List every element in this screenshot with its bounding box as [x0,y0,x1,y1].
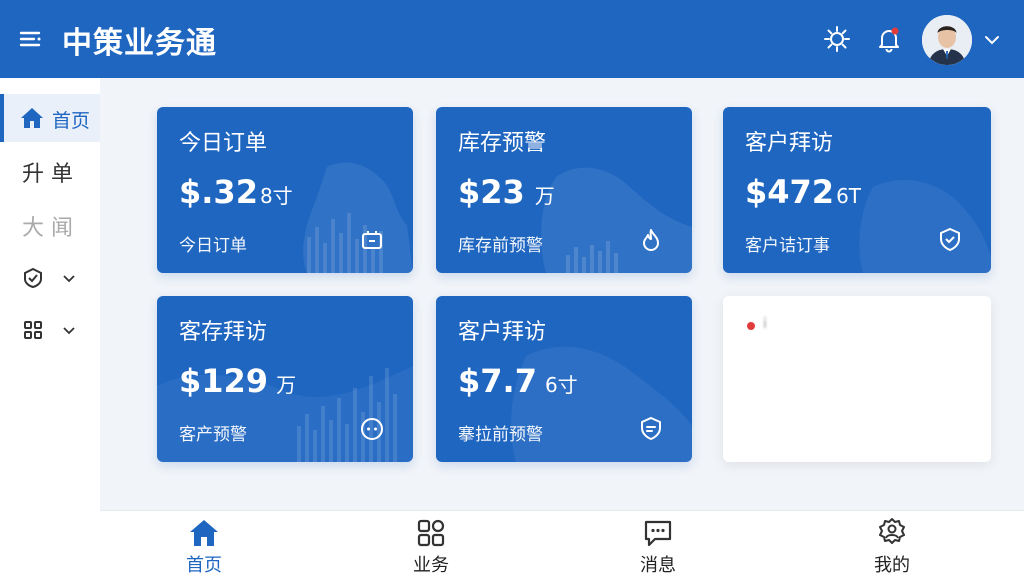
sidebar-item-3[interactable]: 大 闻 [0,200,100,248]
bot-icon [362,231,382,249]
stat-card-customer-visits-2[interactable]: 客户拜访 $7.7 6寸 搴拉前预警 [436,296,692,462]
sidebar-item-home[interactable]: 首页 [0,94,100,142]
card-subtitle: 库存前预警 [458,236,543,256]
nav-label: 消息 [640,555,676,576]
card-value-unit: 6寸 [544,373,578,397]
card-value: $.32 8寸 [179,173,293,211]
nav-label: 业务 [413,555,449,576]
nav-label: 我的 [874,555,910,576]
flame-icon [643,229,659,251]
stat-card-customer-visits[interactable]: 客户拜访 $472 6T 客户诘订事 [723,107,991,273]
card-title: 库存预警 [458,131,547,156]
sidebar-item-4[interactable] [0,254,100,302]
bottom-nav: 首页 业务 消息 我的 [100,510,1024,576]
shield-chat-icon [641,416,661,441]
nav-item-profile[interactable]: 我的 [832,511,952,576]
sidebar-item-2[interactable]: 升 单 [0,146,100,194]
stat-card-inventory-alert[interactable]: 库存预警 $23 万 库存前预警 [436,107,692,273]
card-value-number: $472 [745,173,835,211]
avatar-portrait [922,15,972,65]
card-title: 客存拜访 [179,320,268,345]
card-title: 今日订单 [179,131,268,156]
sidebar-item-label: 首页 [52,110,91,132]
shield-check-icon [940,227,960,252]
stat-card-today-orders[interactable]: 今日订单 $.32 8寸 今日订单 [157,107,413,273]
stat-card-stock-visits[interactable]: 客存拜访 $129 万 客产预警 [157,296,413,462]
chevron-down-icon[interactable] [982,30,1002,50]
home-icon [190,520,218,546]
nav-item-home[interactable]: 首页 [144,511,264,576]
card-value: $7.7 6寸 [458,362,578,400]
card-value-unit: 6T [836,184,862,208]
sidebar-item-label: 升 单 [22,162,73,187]
card-value: $472 6T [745,173,861,211]
chat-icon [644,520,672,547]
card-subtitle: 客产预警 [179,425,247,445]
card-value-number: $23 [458,173,525,211]
card-title: 客户拜访 [745,131,834,156]
card-value-number: $7.7 [458,362,537,400]
placeholder-card[interactable]: i [723,296,991,462]
chevron-down-icon [63,275,75,283]
status-dot [747,322,755,330]
nav-item-messages[interactable]: 消息 [598,511,718,576]
home-icon [21,108,43,128]
profile-icon [879,518,905,544]
card-value-unit: 万 [534,184,555,208]
sidebar-item-label: 大 闻 [22,216,73,241]
card-subtitle: 今日订单 [179,236,247,256]
avatar[interactable] [922,15,972,65]
sidebar-item-5[interactable] [0,306,100,354]
nav-item-business[interactable]: 业务 [371,511,491,576]
gear-icon[interactable] [822,24,852,54]
sidebar: 首页 升 单 大 闻 [0,78,100,576]
card-value-number: $129 [179,362,269,400]
card-value: $23 万 [458,173,555,211]
menu-icon[interactable] [18,26,44,52]
app-header: 中策业务通 [0,0,1024,78]
smile-icon [361,418,383,440]
card-value-unit: 万 [276,373,297,397]
shield-icon [24,267,42,289]
card-subtitle: 客户诘订事 [745,236,830,256]
nav-label: 首页 [186,555,222,576]
placeholder-text: i [763,316,767,332]
card-value-unit: 8寸 [259,184,293,208]
bell-icon[interactable] [874,24,904,54]
card-value-number: $.32 [179,173,258,211]
grid-icon [417,519,445,547]
card-value: $129 万 [179,362,296,400]
chevron-down-icon [63,327,75,335]
card-subtitle: 搴拉前预警 [458,425,543,445]
app-title: 中策业务通 [62,26,217,61]
card-title: 客户拜访 [458,320,547,345]
grid-icon [24,321,42,339]
